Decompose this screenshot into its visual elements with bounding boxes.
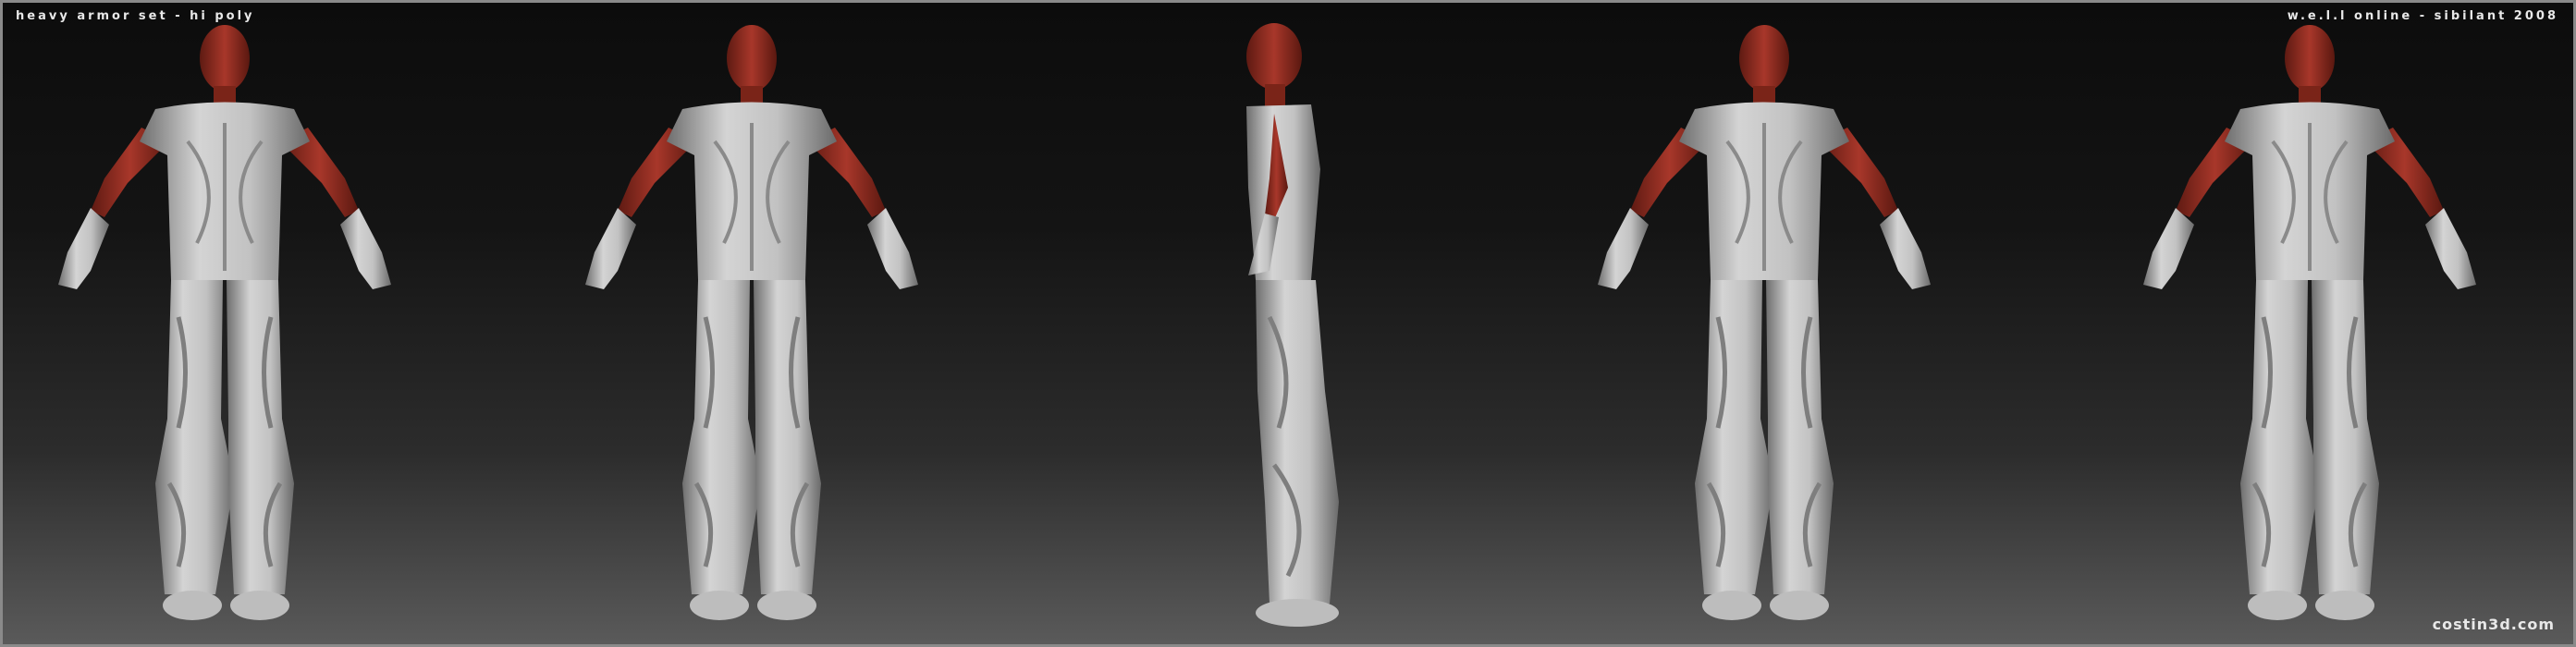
armor-figure-front [31, 3, 419, 647]
armor-figure-three-quarter-back [1570, 3, 1958, 647]
armor-figure-side [1080, 3, 1468, 647]
armor-figure-back [2116, 3, 2504, 647]
render-sheet: heavy armor set - hi poly w.e.l.l online… [0, 0, 2576, 647]
armor-figure-three-quarter [548, 3, 937, 647]
